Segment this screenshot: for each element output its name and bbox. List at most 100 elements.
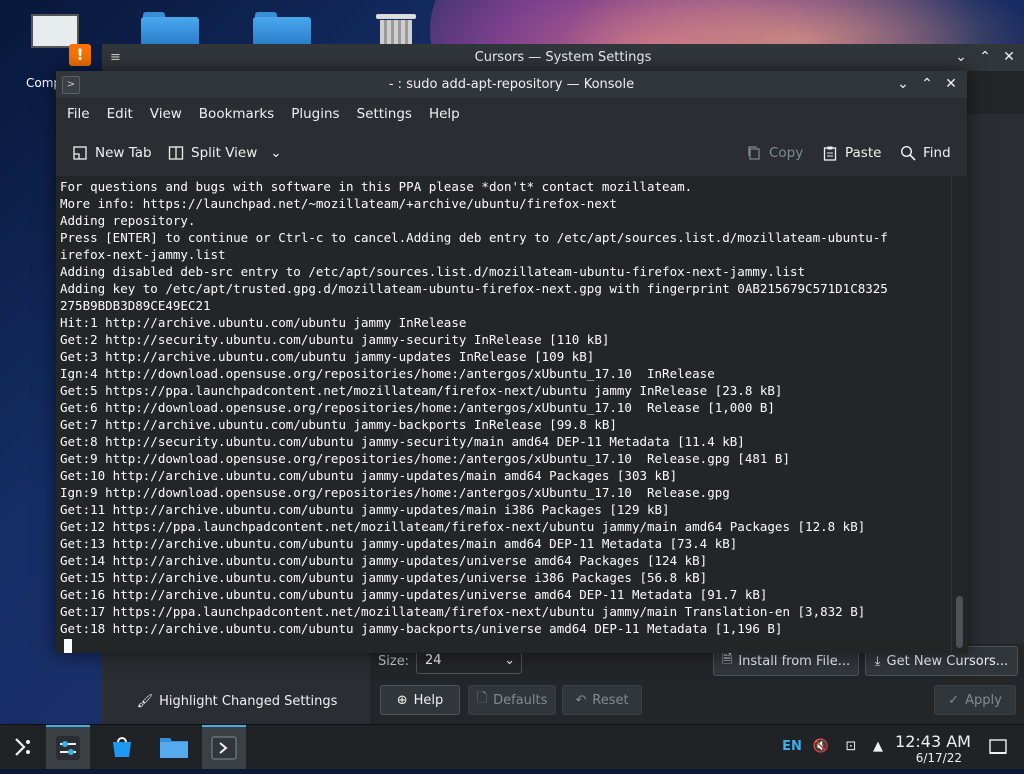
size-label: Size:	[378, 654, 410, 669]
terminal-line: Adding key to /etc/apt/trusted.gpg.d/moz…	[60, 281, 888, 296]
show-desktop-icon	[989, 739, 1007, 754]
scrollbar-thumb[interactable]	[956, 596, 963, 648]
menu-file[interactable]: File	[60, 106, 97, 122]
chevron-down-icon: ⌄	[270, 145, 282, 161]
menu-settings[interactable]: Settings	[350, 106, 419, 122]
terminal-line: Ign:4 http://download.opensuse.org/repos…	[60, 366, 715, 381]
volume-muted-icon[interactable]: 🔇	[808, 725, 834, 769]
text-cursor	[64, 639, 72, 653]
terminal-line: Adding repository.	[60, 213, 196, 228]
paste-button[interactable]: Paste	[822, 130, 881, 176]
copy-button[interactable]: Copy	[746, 130, 803, 176]
konsole-window: - : sudo add-apt-repository — Konsole > …	[56, 71, 968, 653]
app-launcher-icon	[15, 738, 30, 756]
menu-view[interactable]: View	[143, 106, 189, 122]
apply-button[interactable]: ✓ Apply	[934, 685, 1016, 715]
maximize-icon[interactable]: ⌃	[974, 44, 996, 71]
folder-icon	[141, 12, 199, 46]
terminal-line: Get:13 http://archive.ubuntu.com/ubuntu …	[60, 536, 738, 551]
main-toolbar: New Tab Split View ⌄ Copy Paste Find	[56, 130, 967, 176]
terminal-line: Adding disabled deb-src entry to /etc/ap…	[60, 264, 806, 279]
terminal-line: Get:8 http://security.ubuntu.com/ubuntu …	[60, 434, 745, 449]
taskbar: EN 🔇 ⊡ ▲ 12:43 AM 6/17/22	[0, 724, 1024, 769]
new-tab-button[interactable]: New Tab	[72, 130, 152, 176]
brush-icon: 🖌	[136, 693, 154, 709]
clock[interactable]: 12:43 AM 6/17/22	[892, 725, 974, 769]
terminal-line: For questions and bugs with software in …	[60, 179, 693, 194]
terminal-line: Hit:1 http://archive.ubuntu.com/ubuntu j…	[60, 315, 467, 330]
terminal-line: Get:7 http://archive.ubuntu.com/ubuntu j…	[60, 417, 617, 432]
terminal-line: Get:14 http://archive.ubuntu.com/ubuntu …	[60, 553, 708, 568]
discover-store-icon	[113, 737, 131, 757]
defaults-button[interactable]: 🗋 Defaults	[468, 685, 556, 715]
minimize-icon[interactable]: ⌄	[950, 44, 972, 71]
computer-icon: !	[29, 12, 91, 66]
close-icon[interactable]: ✕	[939, 71, 963, 98]
terminal-line: Press [ENTER] to continue or Ctrl-c to c…	[60, 230, 888, 245]
desktop-icon-trash[interactable]	[360, 12, 432, 46]
terminal-line: More info: https://launchpad.net/~mozill…	[60, 196, 617, 211]
network-icon[interactable]: ⊡	[838, 725, 864, 769]
undo-icon: ↶	[575, 692, 587, 708]
terminal-line: Get:9 http://download.opensuse.org/repos…	[60, 451, 790, 466]
terminal-line: Get:16 http://archive.ubuntu.com/ubuntu …	[60, 587, 768, 602]
clock-date: 6/17/22	[915, 751, 962, 765]
close-icon[interactable]: ✕	[998, 44, 1020, 71]
defaults-icon: 🗋	[476, 691, 488, 706]
terminal-prompt-line	[56, 637, 951, 653]
taskbar-konsole[interactable]	[202, 725, 246, 769]
terminal-line: Get:18 http://archive.ubuntu.com/ubuntu …	[60, 621, 783, 636]
terminal-line: Get:12 https://ppa.launchpadcontent.net/…	[60, 519, 866, 534]
taskbar-file-manager[interactable]	[152, 725, 196, 769]
tray-expand-icon[interactable]: ▲	[866, 725, 890, 769]
split-view-icon	[168, 145, 184, 161]
find-button[interactable]: Find	[900, 130, 951, 176]
desktop-icon-home-folder[interactable]	[134, 12, 206, 46]
menu-bar: File Edit View Bookmarks Plugins Setting…	[56, 98, 967, 130]
check-icon: ✓	[948, 692, 960, 708]
terminal-line: irefox-next-jammy.list	[60, 247, 226, 262]
terminal-line: Get:17 https://ppa.launchpadcontent.net/…	[60, 604, 866, 619]
keyboard-layout-indicator[interactable]: EN	[778, 725, 806, 769]
system-settings-titlebar[interactable]: Cursors — System Settings	[102, 44, 1024, 71]
minimize-icon[interactable]: ⌄	[891, 71, 915, 98]
konsole-app-icon[interactable]: >	[62, 76, 80, 94]
menu-plugins[interactable]: Plugins	[284, 106, 346, 122]
terminal-line: Get:6 http://download.opensuse.org/repos…	[60, 400, 775, 415]
trash-icon	[376, 12, 416, 46]
app-launcher-button[interactable]	[0, 725, 44, 769]
file-icon: 🗎	[721, 652, 733, 667]
menu-edit[interactable]: Edit	[100, 106, 140, 122]
window-title: - : sudo add-apt-repository — Konsole	[388, 77, 635, 92]
window-menu-icon[interactable]: ≡	[102, 44, 129, 71]
menu-help[interactable]: Help	[422, 106, 467, 122]
konsole-titlebar[interactable]: - : sudo add-apt-repository — Konsole	[56, 71, 967, 98]
window-title: Cursors — System Settings	[474, 50, 652, 65]
highlight-changed-settings-button[interactable]: 🖌 Highlight Changed Settings	[132, 686, 342, 716]
show-desktop-button[interactable]	[984, 725, 1012, 769]
taskbar-discover[interactable]	[100, 725, 144, 769]
help-button[interactable]: ⊕ Help	[380, 685, 460, 715]
settings-right-panel	[966, 114, 1024, 644]
terminal-line: Get:3 http://archive.ubuntu.com/ubuntu j…	[60, 349, 595, 364]
desktop-icon-folder[interactable]	[246, 12, 318, 46]
split-view-button[interactable]: Split View ⌄	[168, 130, 282, 176]
reset-button[interactable]: ↶ Reset	[562, 685, 642, 715]
copy-icon	[746, 145, 762, 161]
terminal-output[interactable]: For questions and bugs with software in …	[56, 176, 951, 653]
terminal-line: Ign:9 http://download.opensuse.org/repos…	[60, 485, 730, 500]
maximize-icon[interactable]: ⌃	[915, 71, 939, 98]
warning-icon: !	[69, 44, 91, 66]
clock-time: 12:43 AM	[895, 732, 971, 751]
menu-bookmarks[interactable]: Bookmarks	[192, 106, 281, 122]
new-tab-icon	[72, 145, 88, 161]
konsole-icon	[211, 736, 237, 760]
file-manager-icon	[160, 738, 188, 758]
paste-icon	[822, 145, 838, 161]
terminal-line: Get:2 http://security.ubuntu.com/ubuntu …	[60, 332, 610, 347]
taskbar-system-settings[interactable]	[46, 725, 90, 769]
terminal-line: Get:10 http://archive.ubuntu.com/ubuntu …	[60, 468, 678, 483]
terminal-line: 275B9BDB3D89CE49EC21	[60, 298, 211, 313]
terminal-scrollbar[interactable]	[951, 176, 968, 653]
search-icon	[900, 145, 916, 161]
